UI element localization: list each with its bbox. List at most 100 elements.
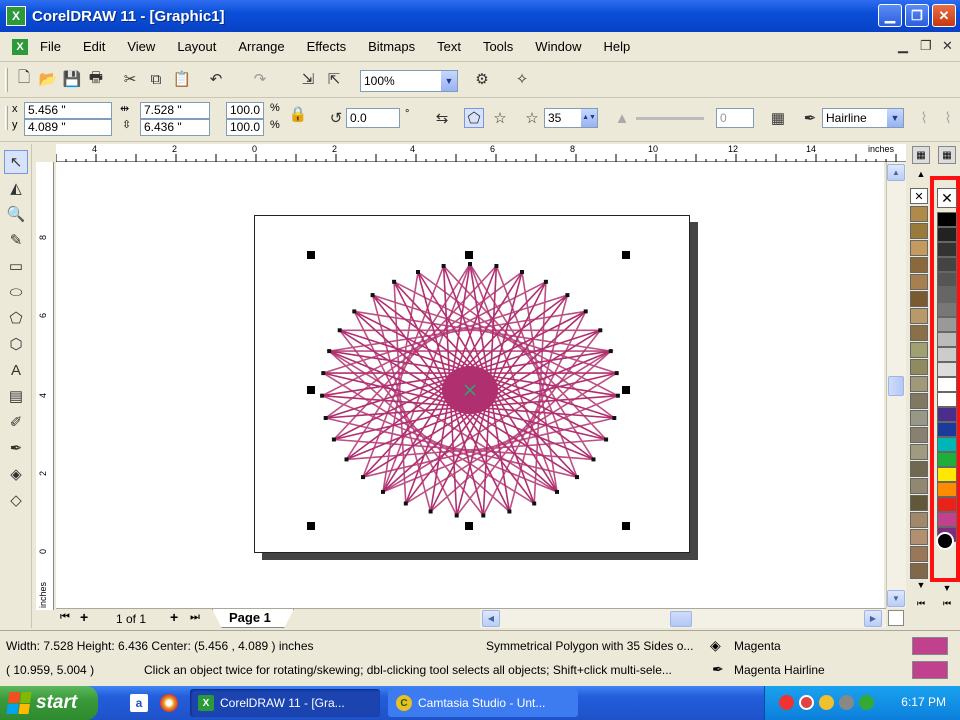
print-icon[interactable]: 🖶 [86,69,106,89]
sharpness-field[interactable]: 0 [716,108,754,128]
polygon-node[interactable] [532,501,537,506]
menu-effects[interactable]: Effects [307,39,347,54]
polygon-node[interactable] [468,262,472,266]
symmetrical-polygon[interactable] [300,250,640,530]
interactive-fill-icon[interactable]: ◇ [4,488,28,512]
y-position-field[interactable]: 4.089 " [24,119,112,136]
polygon-node[interactable] [361,475,365,480]
polygon-node[interactable] [344,457,349,462]
polygon-node[interactable] [441,264,446,268]
to-back-icon[interactable]: ⌇ [938,108,958,128]
polygon-node[interactable] [481,513,486,518]
palette-swatch[interactable] [937,317,957,332]
palette-swatch[interactable] [937,392,957,407]
polygon-icon[interactable]: ⬠ [464,108,484,128]
palette-swatch[interactable] [937,437,957,452]
polygon-node[interactable] [321,371,326,376]
spinner-icon[interactable]: ▲▼ [581,109,597,127]
palette-swatch[interactable] [910,308,928,324]
polygon-node[interactable] [428,509,433,514]
palette-swatch[interactable] [910,444,928,460]
no-fill-icon[interactable]: ✕ [910,188,928,204]
menu-view[interactable]: View [127,39,155,54]
mirror-icon[interactable]: ⇆ [432,108,452,128]
vertical-scrollbar[interactable]: ▲ ▼ [886,162,906,608]
tray-security-icon[interactable] [799,695,814,710]
palette-swatch[interactable] [910,546,928,562]
paste-icon[interactable]: 📋 [172,69,192,89]
palette-expand-icon[interactable]: ⏮ [912,596,930,610]
selection-handle-bottom-left[interactable] [307,522,315,530]
menu-tools[interactable]: Tools [483,39,513,54]
first-page-icon[interactable]: ⏮ [60,611,70,624]
polygon-node[interactable] [543,279,548,284]
star-icon[interactable]: ☆ [490,108,510,128]
doc-close-icon[interactable]: ✕ [942,38,953,54]
rectangle-tool-icon[interactable]: ▭ [4,254,28,278]
corel-online-icon[interactable]: ✧ [512,69,532,89]
polygon-node[interactable] [575,475,579,480]
add-page-before-icon[interactable]: + [80,609,88,625]
polygon-node[interactable] [591,457,596,462]
selection-handle-bottom-right[interactable] [622,522,630,530]
polygon-node[interactable] [494,264,499,268]
palette-swatch[interactable] [937,212,957,227]
polygon-node[interactable] [454,513,459,518]
polygon-node[interactable] [615,393,620,398]
sharpness-slider[interactable] [636,117,704,120]
cut-icon[interactable]: ✂ [120,69,140,89]
polygon-node[interactable] [555,489,559,494]
polygon-node[interactable] [352,309,357,314]
horizontal-scrollbar[interactable]: ◀ ▶ [480,608,886,628]
polygon-node[interactable] [507,509,512,514]
palette-swatch[interactable] [937,482,957,497]
scroll-left-button[interactable]: ◀ [482,610,500,627]
interactive-blend-icon[interactable]: ▤ [4,384,28,408]
palette-swatch[interactable] [937,362,957,377]
polygon-node[interactable] [331,437,336,442]
rotate-icon[interactable]: ↺ [326,108,346,128]
sides-field[interactable]: 35 ▲▼ [544,108,598,128]
selection-handle-bottom[interactable] [465,522,473,530]
chevron-down-icon[interactable]: ▼ [441,71,457,91]
tray-sync-icon[interactable] [859,695,874,710]
palette-swatch[interactable] [910,325,928,341]
lock-ratio-icon[interactable]: 🔒 [288,104,308,124]
menu-bitmaps[interactable]: Bitmaps [368,39,415,54]
height-field[interactable]: 6.436 " [140,119,210,136]
add-page-after-icon[interactable]: + [170,609,178,625]
scale-y-field[interactable]: 100.0 [226,119,264,136]
palette-expand-icon[interactable]: ⏮ [938,596,956,610]
fill-color-swatch[interactable] [912,637,948,655]
document-icon[interactable]: X [12,39,28,55]
palette-swatch[interactable] [910,495,928,511]
selection-handle-top[interactable] [465,251,473,259]
selection-handle-right[interactable] [622,386,630,394]
x-position-field[interactable]: 5.456 " [24,102,112,119]
palette-scroll-down-icon[interactable]: ▼ [912,578,930,592]
menu-arrange[interactable]: Arrange [238,39,284,54]
doc-restore-icon[interactable]: ❐ [920,38,932,54]
palette-swatch[interactable] [910,478,928,494]
palette-swatch[interactable] [937,287,957,302]
toolbar-grip[interactable] [5,106,8,130]
no-color-icon[interactable]: ✕ [937,188,957,208]
save-icon[interactable]: 💾 [62,69,82,89]
palette-swatch[interactable] [910,393,928,409]
wrap-text-icon[interactable]: ▦ [768,108,788,128]
palette-swatch[interactable] [937,332,957,347]
chevron-down-icon[interactable]: ▼ [887,109,903,127]
docker-toggle-icon[interactable]: ▦ [938,146,956,164]
palette-swatch[interactable] [937,467,957,482]
outline-color-swatch[interactable] [912,661,948,679]
palette-swatch[interactable] [910,240,928,256]
palette-swatch[interactable] [910,410,928,426]
horizontal-ruler[interactable]: 4 2 0 2 4 6 8 10 12 14 inches [56,144,906,162]
polygon-node[interactable] [323,416,328,420]
page-tab[interactable]: Page 1 [212,609,294,628]
quicklaunch-a-icon[interactable]: a [130,694,148,712]
pick-tool-icon[interactable]: ↖ [4,150,28,174]
export-icon[interactable]: ⇱ [324,69,344,89]
palette-swatch[interactable] [937,452,957,467]
eyedropper-tool-icon[interactable]: ✐ [4,410,28,434]
